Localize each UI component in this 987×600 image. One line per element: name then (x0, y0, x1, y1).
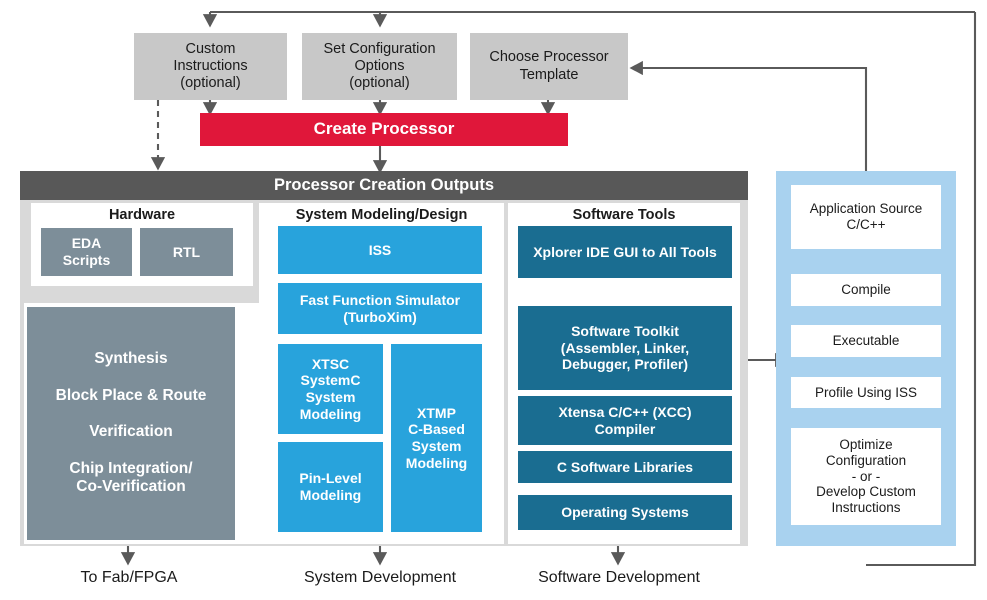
hardware-flow-step-chip-integration: Chip Integration/ Co-Verification (69, 459, 193, 496)
caption-software-development: Software Development (538, 569, 700, 586)
diagram-canvas: Custom Instructions (optional) Set Confi… (0, 0, 987, 600)
processor-creation-outputs-header: Processor Creation Outputs (20, 171, 748, 200)
hardware-title: Hardware (108, 207, 176, 223)
input-custom-instructions-label: Custom Instructions (optional) (173, 40, 248, 92)
input-choose-processor-template-label: Choose Processor Template (489, 49, 609, 83)
sw-flow-executable[interactable]: Executable (791, 325, 941, 357)
create-processor-label: Create Processor (313, 119, 455, 139)
system-modeling-item-xtmp-c-based[interactable]: XTMP C-Based System Modeling (391, 344, 482, 532)
software-tools-title: Software Tools (572, 207, 676, 223)
software-tools-item-operating-systems[interactable]: Operating Systems (518, 495, 732, 530)
system-modeling-title: System Modeling/Design (295, 207, 468, 223)
hardware-item-rtl[interactable]: RTL (140, 228, 233, 276)
software-tools-item-xplorer-ide[interactable]: Xplorer IDE GUI to All Tools (518, 226, 732, 278)
caption-to-fab-fpga: To Fab/FPGA (80, 569, 178, 586)
sw-flow-optimize-configuration[interactable]: Optimize Configuration - or - Develop Cu… (791, 428, 941, 525)
sw-flow-compile[interactable]: Compile (791, 274, 941, 306)
input-set-configuration-options[interactable]: Set Configuration Options (optional) (302, 33, 457, 100)
caption-system-development: System Development (303, 569, 457, 586)
sw-flow-application-source[interactable]: Application Source C/C++ (791, 185, 941, 249)
system-modeling-item-xtsc-systemc[interactable]: XTSC SystemC System Modeling (278, 344, 383, 434)
input-choose-processor-template[interactable]: Choose Processor Template (470, 33, 628, 100)
create-processor-bar[interactable]: Create Processor (200, 113, 568, 146)
processor-creation-outputs-title: Processor Creation Outputs (273, 176, 495, 194)
system-modeling-item-pin-level-modeling[interactable]: Pin-Level Modeling (278, 442, 383, 532)
input-custom-instructions[interactable]: Custom Instructions (optional) (134, 33, 287, 100)
hardware-flow-step-synthesis: Synthesis (94, 350, 168, 368)
software-tools-item-software-toolkit[interactable]: Software Toolkit (Assembler, Linker, Deb… (518, 306, 732, 390)
hardware-flow-step-verification: Verification (89, 423, 173, 441)
sw-flow-profile-using-iss[interactable]: Profile Using ISS (791, 377, 941, 408)
software-tools-item-xcc-compiler[interactable]: Xtensa C/C++ (XCC) Compiler (518, 396, 732, 445)
software-tools-item-c-software-libraries[interactable]: C Software Libraries (518, 451, 732, 483)
input-set-configuration-options-label: Set Configuration Options (optional) (323, 40, 436, 92)
system-modeling-item-iss[interactable]: ISS (278, 226, 482, 274)
hardware-item-eda-scripts[interactable]: EDA Scripts (41, 228, 132, 276)
hardware-flow-step-block-place-route: Block Place & Route (55, 386, 207, 404)
hardware-flow-list: Synthesis Block Place & Route Verificati… (27, 307, 235, 540)
system-modeling-item-fast-function-simulator[interactable]: Fast Function Simulator (TurboXim) (278, 283, 482, 334)
